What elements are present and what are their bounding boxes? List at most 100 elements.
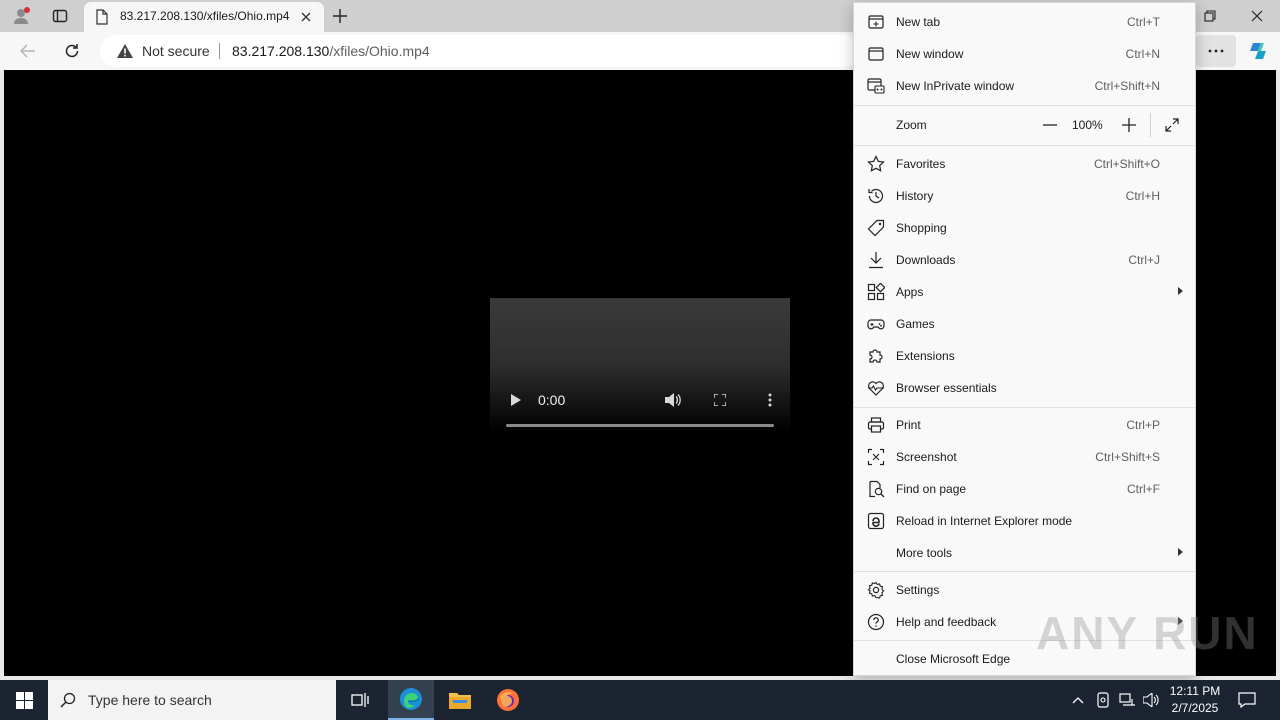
puzzle-icon bbox=[866, 346, 886, 366]
search-placeholder: Type here to search bbox=[88, 692, 212, 708]
tab-actions-icon[interactable] bbox=[50, 7, 70, 25]
security-label[interactable]: Not secure bbox=[142, 43, 210, 59]
ie-icon bbox=[866, 511, 886, 531]
submenu-arrow-icon bbox=[1178, 287, 1183, 295]
menu-item-new-inprivate-window[interactable]: New InPrivate window Ctrl+Shift+N bbox=[854, 70, 1195, 102]
help-icon bbox=[866, 612, 886, 632]
device-icon[interactable] bbox=[1093, 690, 1113, 710]
search-icon bbox=[60, 692, 76, 708]
menu-item-new-window[interactable]: New window Ctrl+N bbox=[854, 38, 1195, 70]
task-view-icon[interactable] bbox=[340, 680, 380, 720]
menu-label: Shopping bbox=[896, 221, 947, 235]
video-player[interactable]: 0:00 bbox=[490, 298, 790, 432]
menu-label: History bbox=[896, 189, 934, 203]
menu-item-more-tools[interactable]: More tools bbox=[854, 537, 1195, 569]
find-icon bbox=[866, 479, 886, 499]
taskbar-clock[interactable]: 12:11 PM 2/7/2025 bbox=[1165, 683, 1225, 717]
menu-label: More tools bbox=[896, 546, 953, 560]
profile-icon[interactable] bbox=[10, 6, 32, 26]
zoom-value: 100% bbox=[1072, 118, 1103, 132]
tab-title: 83.217.208.130/xfiles/Ohio.mp4 bbox=[120, 9, 290, 23]
menu-item-browser-essentials[interactable]: Browser essentials bbox=[854, 372, 1195, 404]
menu-label: New InPrivate window bbox=[896, 79, 1015, 93]
menu-item-ie-mode[interactable]: Reload in Internet Explorer mode bbox=[854, 505, 1195, 537]
menu-shortcut: Ctrl+Shift+O bbox=[1093, 157, 1160, 171]
menu-item-downloads[interactable]: Downloads Ctrl+J bbox=[854, 244, 1195, 276]
menu-item-zoom: Zoom 100% bbox=[854, 109, 1195, 141]
menu-item-extensions[interactable]: Extensions bbox=[854, 340, 1195, 372]
zoom-in-button[interactable] bbox=[1121, 117, 1137, 133]
menu-separator bbox=[854, 571, 1195, 572]
volume-icon[interactable] bbox=[664, 391, 682, 409]
firefox-icon[interactable] bbox=[486, 680, 530, 720]
screenshot-icon bbox=[866, 447, 886, 467]
gear-icon bbox=[866, 580, 886, 600]
star-icon bbox=[866, 154, 886, 174]
video-more-icon[interactable] bbox=[762, 392, 778, 408]
active-tab[interactable]: 83.217.208.130/xfiles/Ohio.mp4 bbox=[84, 2, 324, 32]
menu-item-new-tab[interactable]: New tab Ctrl+T bbox=[854, 6, 1195, 38]
download-icon bbox=[866, 250, 886, 270]
tag-icon bbox=[866, 218, 886, 238]
new-window-icon bbox=[866, 44, 886, 64]
zoom-out-button[interactable] bbox=[1042, 117, 1058, 133]
menu-shortcut: Ctrl+Shift+S bbox=[1095, 450, 1160, 464]
address-separator bbox=[219, 43, 220, 59]
menu-item-find-on-page[interactable]: Find on page Ctrl+F bbox=[854, 473, 1195, 505]
fullscreen-icon[interactable] bbox=[712, 392, 728, 408]
menu-item-print[interactable]: Print Ctrl+P bbox=[854, 409, 1195, 441]
anyrun-watermark: ANY RUN bbox=[1036, 607, 1259, 659]
apps-icon bbox=[866, 282, 886, 302]
file-icon bbox=[94, 9, 110, 25]
menu-shortcut: Ctrl+N bbox=[1125, 47, 1160, 61]
menu-label: Browser essentials bbox=[896, 381, 997, 395]
menu-item-settings[interactable]: Settings bbox=[854, 574, 1195, 606]
games-icon bbox=[866, 314, 886, 334]
play-icon[interactable] bbox=[508, 392, 524, 408]
settings-menu: New tab Ctrl+T New window Ctrl+N New InP… bbox=[853, 2, 1196, 676]
menu-separator bbox=[854, 407, 1195, 408]
menu-label: Extensions bbox=[896, 349, 955, 363]
file-explorer-icon[interactable] bbox=[438, 680, 482, 720]
more-dots-icon bbox=[1206, 43, 1226, 59]
new-tab-button[interactable] bbox=[330, 6, 350, 26]
inprivate-icon bbox=[866, 76, 886, 96]
edge-taskbar-icon[interactable] bbox=[388, 680, 434, 720]
menu-label: Find on page bbox=[896, 482, 967, 496]
notification-icon[interactable] bbox=[1236, 690, 1258, 710]
restore-window-icon[interactable] bbox=[1200, 6, 1220, 26]
volume-tray-icon[interactable] bbox=[1141, 690, 1161, 710]
zoom-label: Zoom bbox=[896, 118, 927, 132]
warning-icon[interactable] bbox=[116, 43, 134, 59]
full-screen-icon[interactable] bbox=[1164, 117, 1180, 133]
menu-shortcut: Ctrl+H bbox=[1125, 189, 1160, 203]
menu-label: New window bbox=[896, 47, 964, 61]
show-hidden-icons[interactable] bbox=[1068, 690, 1088, 710]
video-progress-bar[interactable] bbox=[506, 424, 774, 427]
url-text[interactable]: 83.217.208.130/xfiles/Ohio.mp4 bbox=[232, 43, 430, 59]
menu-label: New tab bbox=[896, 15, 941, 29]
menu-item-shopping[interactable]: Shopping bbox=[854, 212, 1195, 244]
menu-shortcut: Ctrl+F bbox=[1127, 482, 1160, 496]
menu-item-apps[interactable]: Apps bbox=[854, 276, 1195, 308]
menu-label: Downloads bbox=[896, 253, 956, 267]
menu-item-history[interactable]: History Ctrl+H bbox=[854, 180, 1195, 212]
address-bar[interactable]: Not secure 83.217.208.130/xfiles/Ohio.mp… bbox=[100, 35, 860, 67]
back-icon[interactable] bbox=[18, 41, 38, 61]
taskbar-search[interactable]: Type here to search bbox=[48, 680, 336, 720]
menu-item-screenshot[interactable]: Screenshot Ctrl+Shift+S bbox=[854, 441, 1195, 473]
close-window-icon[interactable] bbox=[1247, 6, 1267, 26]
menu-label: Apps bbox=[896, 285, 924, 299]
menu-item-games[interactable]: Games bbox=[854, 308, 1195, 340]
refresh-icon[interactable] bbox=[62, 41, 82, 61]
new-tab-icon bbox=[866, 12, 886, 32]
network-icon[interactable] bbox=[1117, 690, 1137, 710]
close-tab-icon[interactable] bbox=[298, 9, 314, 25]
start-button[interactable] bbox=[0, 680, 48, 720]
menu-label: Reload in Internet Explorer mode bbox=[896, 514, 1073, 528]
menu-shortcut: Ctrl+Shift+N bbox=[1094, 79, 1160, 93]
settings-and-more-button[interactable] bbox=[1196, 35, 1236, 67]
copilot-icon[interactable] bbox=[1246, 40, 1270, 62]
menu-label: Help and feedback bbox=[896, 615, 997, 629]
menu-item-favorites[interactable]: Favorites Ctrl+Shift+O bbox=[854, 148, 1195, 180]
